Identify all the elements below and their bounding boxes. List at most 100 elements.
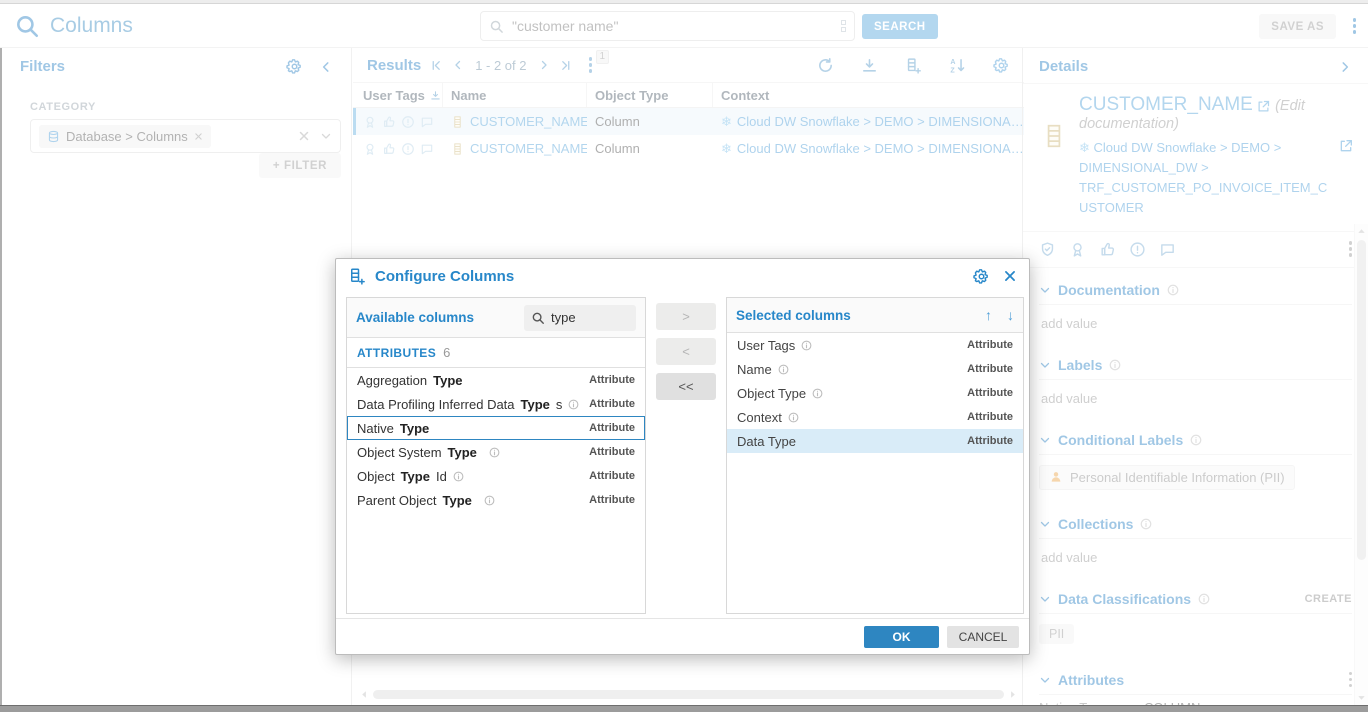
col-header-context[interactable]: Context xyxy=(721,88,769,103)
horizontal-scrollbar[interactable] xyxy=(359,688,1018,701)
available-column-item[interactable]: Aggregation Type Attribute xyxy=(347,368,645,392)
comment-icon[interactable] xyxy=(1159,241,1176,258)
attributes-kebab-menu-icon[interactable] xyxy=(1349,672,1353,688)
scroll-right-arrow-icon[interactable] xyxy=(1007,689,1018,700)
scroll-up-arrow-icon[interactable] xyxy=(1356,226,1367,237)
conditional-label-chip[interactable]: Personal Identifiable Information (PII) xyxy=(1039,465,1295,490)
section-title[interactable]: Collections xyxy=(1058,516,1133,532)
configure-columns-icon[interactable] xyxy=(905,57,922,74)
modal-close-x-icon[interactable] xyxy=(1003,269,1017,283)
search-button[interactable]: SEARCH xyxy=(862,14,938,39)
modal-settings-gear-icon[interactable] xyxy=(973,268,990,285)
col-header-name[interactable]: Name xyxy=(451,88,486,103)
section-title[interactable]: Data Classifications xyxy=(1058,591,1191,607)
ok-button[interactable]: OK xyxy=(864,626,939,648)
save-as-button[interactable]: SAVE AS xyxy=(1259,14,1336,39)
category-chip[interactable]: Database > Columns xyxy=(39,125,211,148)
results-kebab-menu-icon[interactable]: 1 xyxy=(589,57,593,73)
selected-column-item[interactable]: Data Type Attribute xyxy=(727,429,1023,453)
section-title[interactable]: Labels xyxy=(1058,357,1102,373)
download-icon[interactable] xyxy=(861,57,878,74)
section-chevron-down-icon[interactable] xyxy=(1039,593,1051,605)
cancel-button[interactable]: CANCEL xyxy=(947,626,1019,648)
warning-alert-icon[interactable] xyxy=(1129,241,1146,258)
next-page-icon[interactable] xyxy=(538,59,550,71)
move-right-button[interactable]: > xyxy=(656,303,716,330)
selected-column-item[interactable]: Name Attribute xyxy=(727,357,1023,381)
vertical-scrollbar[interactable] xyxy=(1354,224,1368,705)
comment-icon[interactable] xyxy=(420,115,434,129)
section-chevron-down-icon[interactable] xyxy=(1039,284,1051,296)
prev-page-icon[interactable] xyxy=(452,59,464,71)
warning-alert-icon[interactable] xyxy=(401,142,415,156)
available-column-item[interactable]: Data Profiling Inferred Data Types Attri… xyxy=(347,392,645,416)
add-value-field[interactable]: add value xyxy=(1039,539,1352,577)
object-name[interactable]: CUSTOMER_NAME xyxy=(1079,94,1253,115)
main-search-input[interactable] xyxy=(512,18,841,34)
create-classification-button[interactable]: CREATE xyxy=(1305,593,1352,605)
first-page-icon[interactable] xyxy=(430,59,443,72)
move-up-arrow-icon[interactable]: ↑ xyxy=(985,307,992,323)
col-header-user-tags[interactable]: User Tags xyxy=(363,88,425,103)
col-header-object-type[interactable]: Object Type xyxy=(595,88,668,103)
comment-icon[interactable] xyxy=(420,142,434,156)
open-object-external-link-icon[interactable] xyxy=(1256,99,1271,114)
object-kebab-menu-icon[interactable] xyxy=(1349,241,1353,257)
remove-chip-x-icon[interactable] xyxy=(194,132,203,141)
main-search-box[interactable] xyxy=(480,11,855,41)
selected-column-item[interactable]: Context Attribute xyxy=(727,405,1023,429)
data-classification-chip[interactable]: PII xyxy=(1039,624,1074,644)
header-kebab-menu-icon[interactable] xyxy=(1353,18,1357,34)
add-filter-button[interactable]: + FILTER xyxy=(259,153,341,178)
available-column-item[interactable]: Native Type Attribute xyxy=(347,416,645,440)
results-settings-gear-icon[interactable] xyxy=(993,57,1010,74)
certification-award-icon[interactable] xyxy=(363,115,377,129)
section-title[interactable]: Attributes xyxy=(1058,672,1124,688)
table-row[interactable]: CUSTOMER_NAME Column ❄ Cloud DW Snowflak… xyxy=(353,108,1024,135)
category-select[interactable]: Database > Columns xyxy=(30,119,341,153)
table-row[interactable]: CUSTOMER_NAME Column ❄ Cloud DW Snowflak… xyxy=(353,135,1024,162)
clear-select-x-icon[interactable] xyxy=(298,130,310,142)
available-column-item[interactable]: Object System Type Attribute xyxy=(347,440,645,464)
refresh-icon[interactable] xyxy=(817,57,834,74)
saved-search-icon[interactable] xyxy=(841,20,846,32)
sort-desc-arrow-icon[interactable] xyxy=(430,90,441,101)
section-chevron-down-icon[interactable] xyxy=(1039,674,1051,686)
selected-column-item[interactable]: Object Type Attribute xyxy=(727,381,1023,405)
scrollbar-thumb[interactable] xyxy=(1357,240,1366,560)
available-column-item[interactable]: Parent Object Type Attribute xyxy=(347,488,645,512)
select-chevron-down-icon[interactable] xyxy=(320,130,332,142)
last-page-icon[interactable] xyxy=(559,59,572,72)
available-columns-search-box[interactable] xyxy=(524,305,636,331)
available-column-item[interactable]: Object Type Id Attribute xyxy=(347,464,645,488)
filters-settings-gear-icon[interactable] xyxy=(286,58,303,75)
section-chevron-down-icon[interactable] xyxy=(1039,434,1051,446)
add-value-field[interactable]: add value xyxy=(1039,380,1352,418)
open-source-external-link-icon[interactable] xyxy=(1338,138,1354,154)
move-all-left-button[interactable]: << xyxy=(656,373,716,400)
available-columns-search-input[interactable] xyxy=(551,310,621,325)
scrollbar-thumb[interactable] xyxy=(373,690,1004,699)
result-name-link[interactable]: CUSTOMER_NAME xyxy=(470,114,587,129)
endorse-thumbs-up-icon[interactable] xyxy=(382,115,396,129)
add-value-field[interactable]: add value xyxy=(1039,305,1352,343)
endorse-thumbs-up-icon[interactable] xyxy=(382,142,396,156)
selected-column-item[interactable]: User Tags Attribute xyxy=(727,333,1023,357)
result-context-link[interactable]: Cloud DW Snowflake > DEMO > DIMENSIONAL_… xyxy=(737,141,1024,156)
move-left-button[interactable]: < xyxy=(656,338,716,365)
shield-check-icon[interactable] xyxy=(1039,241,1056,258)
scroll-down-arrow-icon[interactable] xyxy=(1356,692,1367,703)
collapse-filters-chevron-left-icon[interactable] xyxy=(319,60,333,74)
certification-award-icon[interactable] xyxy=(363,142,377,156)
certification-award-icon[interactable] xyxy=(1069,241,1086,258)
warning-alert-icon[interactable] xyxy=(401,115,415,129)
section-chevron-down-icon[interactable] xyxy=(1039,518,1051,530)
collapse-details-chevron-right-icon[interactable] xyxy=(1338,60,1352,74)
result-name-link[interactable]: CUSTOMER_NAME xyxy=(470,141,587,156)
section-title[interactable]: Documentation xyxy=(1058,282,1160,298)
scroll-left-arrow-icon[interactable] xyxy=(359,689,370,700)
object-breadcrumb[interactable]: Cloud DW Snowflake > DEMO > DIMENSIONAL_… xyxy=(1079,140,1327,215)
result-context-link[interactable]: Cloud DW Snowflake > DEMO > DIMENSIONAL_… xyxy=(737,114,1024,129)
section-title[interactable]: Conditional Labels xyxy=(1058,432,1183,448)
endorse-thumbs-up-icon[interactable] xyxy=(1099,241,1116,258)
